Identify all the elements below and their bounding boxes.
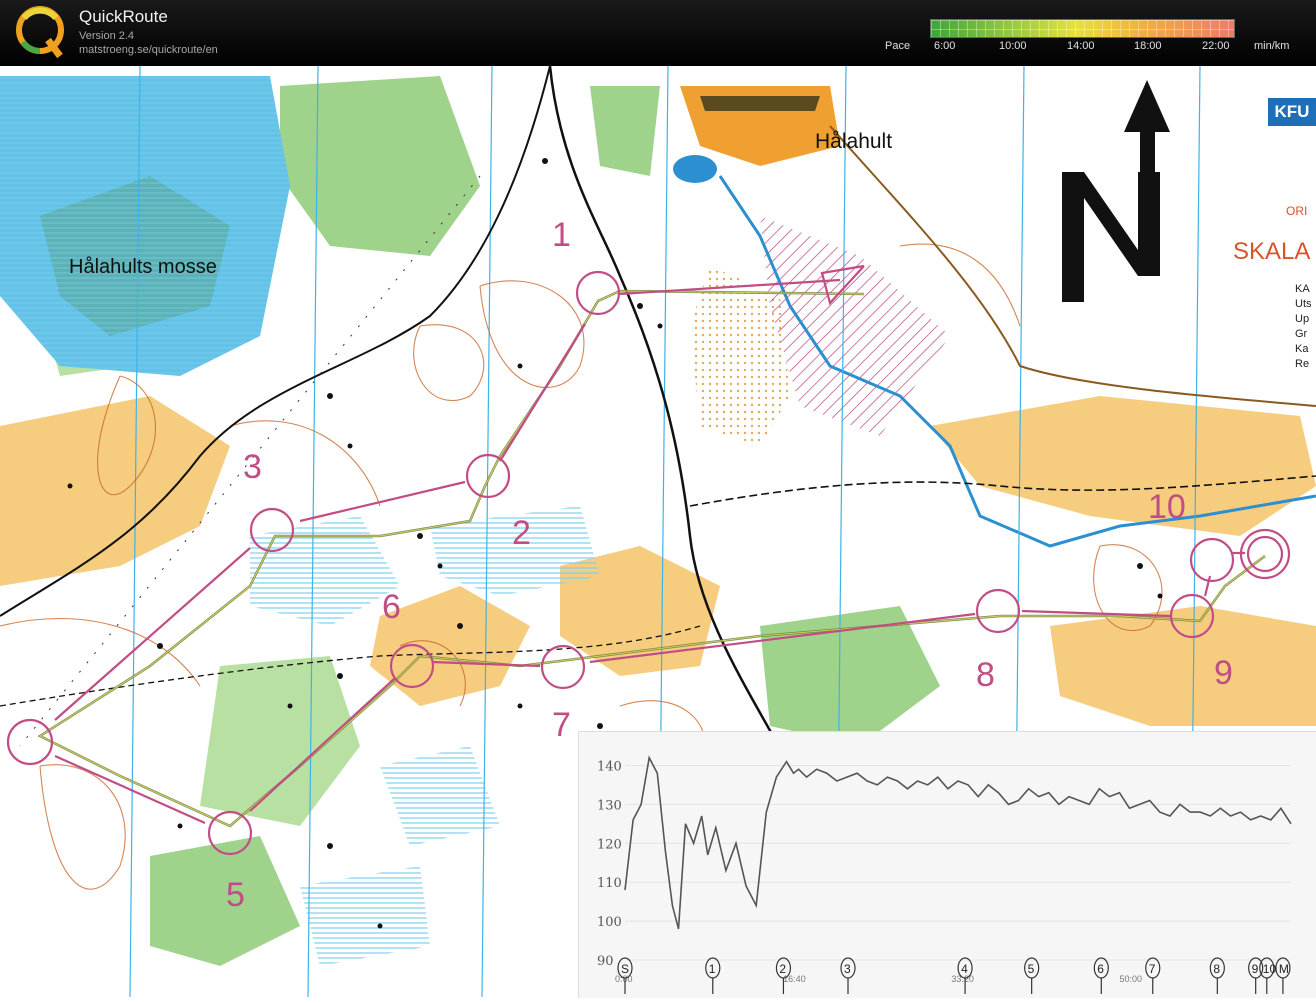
marsh-area: [380, 746, 500, 846]
control-mark-label: 4: [961, 962, 968, 976]
control-label: 2: [512, 514, 531, 552]
control-mark-label: 7: [1149, 962, 1156, 976]
control-label: 9: [1214, 654, 1233, 692]
club-logo: KFU: [1268, 98, 1316, 126]
green-area: [760, 606, 940, 746]
control-label: 5: [226, 876, 245, 914]
heart-rate-chart-svg: 901001101201301400:00 16:40 33:20 50:00S 1 2 3…: [597, 755, 1292, 994]
app-title: QuickRoute: [79, 7, 168, 26]
legend-line: Ka: [1295, 343, 1309, 355]
x-tick-label: 50:00: [1120, 974, 1143, 984]
pond: [673, 155, 717, 183]
pace-label: Pace: [885, 40, 911, 52]
control-label: 7: [552, 706, 571, 744]
control-label: 1: [552, 216, 571, 254]
control-mark-label: 8: [1213, 962, 1220, 976]
app-version: Version 2.4: [79, 30, 135, 42]
green-area: [150, 836, 300, 966]
pace-tick: 10:00: [999, 40, 1027, 52]
legend-line: Gr: [1295, 328, 1308, 340]
forbidden-area: [760, 216, 950, 436]
y-tick-label: 130: [597, 798, 622, 813]
open-land-area: [0, 396, 230, 586]
control-mark-label: 5: [1028, 962, 1035, 976]
open-land-area: [1050, 606, 1316, 726]
legend-line: KA: [1295, 283, 1310, 295]
control-mark-label: 9: [1252, 962, 1259, 976]
control-mark-label: 10: [1263, 962, 1277, 976]
control-mark-label: 2: [779, 962, 786, 976]
marsh-area: [300, 866, 430, 966]
y-tick-label: 90: [597, 954, 614, 969]
control-mark-label: 3: [844, 962, 851, 976]
control-mark-label: S: [621, 962, 629, 976]
control-mark-label: 1: [709, 962, 716, 976]
open-land-area: [930, 396, 1316, 536]
control-label: 8: [976, 656, 995, 694]
control-label: 3: [243, 448, 262, 486]
map-placename: SKALA: [1233, 238, 1311, 265]
y-tick-label: 110: [597, 876, 622, 891]
legend-line: Re: [1295, 358, 1310, 370]
green-area: [590, 86, 660, 176]
map-placename: Hålahults mosse: [69, 256, 217, 278]
y-tick-label: 120: [597, 837, 622, 852]
map-placename: ORI: [1286, 204, 1308, 218]
village-buildings: [700, 96, 820, 111]
green-area: [280, 76, 480, 256]
legend-line: Uts: [1295, 298, 1312, 310]
quickroute-logo-icon: [16, 6, 64, 59]
map-placename: Hålahult: [815, 130, 893, 153]
marsh-stripes: [0, 76, 290, 376]
x-tick-label: 16:40: [783, 974, 806, 984]
green-area: [200, 656, 360, 826]
control-label: 10: [1148, 488, 1186, 526]
pace-tick: 18:00: [1134, 40, 1162, 52]
pace-unit: min/km: [1254, 40, 1290, 52]
app-header: QuickRoute Version 2.4 matstroeng.se/qui…: [0, 0, 1316, 66]
pace-color-scale: [930, 19, 1235, 38]
heart-rate-chart[interactable]: 90 100 110 120 130 140 0:00 16:40 33:20 50:00 S 1 2 3…: [578, 731, 1316, 998]
y-tick-label: 100: [597, 915, 622, 930]
app-url: matstroeng.se/quickroute/en: [79, 44, 218, 56]
pace-tick: 6:00: [934, 40, 956, 52]
marsh-area: [250, 516, 400, 626]
control-mark-label: 6: [1097, 962, 1104, 976]
y-tick-label: 140: [597, 759, 622, 774]
north-arrow-icon: [1062, 80, 1170, 302]
pace-tick: 22:00: [1202, 40, 1230, 52]
pace-tick: 14:00: [1067, 40, 1095, 52]
legend-line: Up: [1295, 313, 1310, 325]
control-mark-label: M: [1279, 962, 1289, 976]
map-legend: KA Uts Up Gr Ka Re: [1295, 282, 1312, 372]
control-label: 6: [382, 588, 401, 626]
